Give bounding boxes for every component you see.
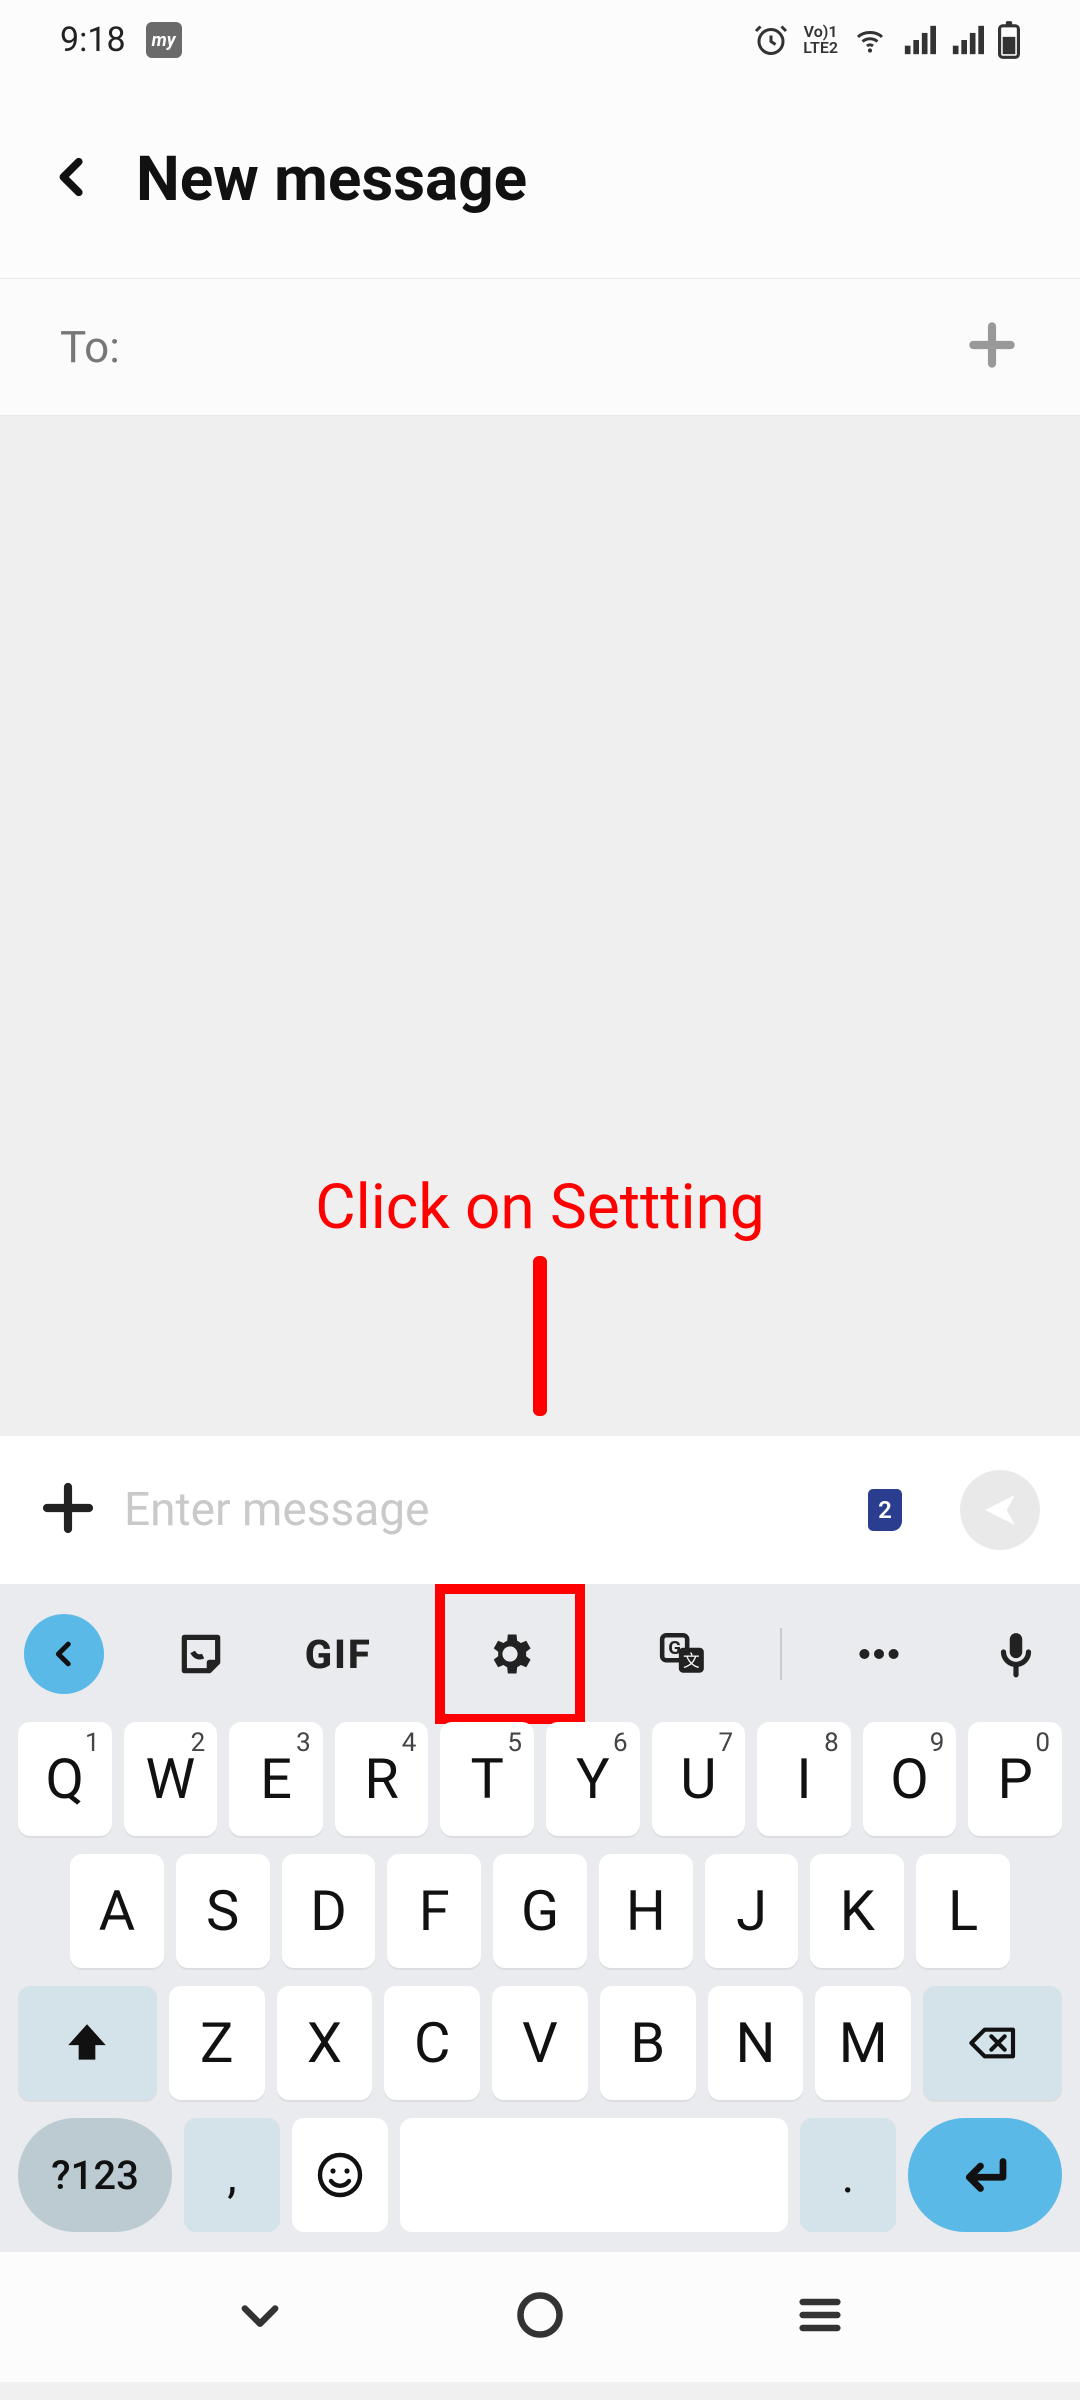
lte-icon: Vo)1 LTE2	[803, 24, 838, 56]
keyboard: GIF G文 Q1W2E3R4T5Y6U7I8O9P0 ASDFGHJKL ZX…	[0, 1584, 1080, 2252]
system-nav-bar	[0, 2252, 1080, 2382]
key-u[interactable]: U7	[652, 1722, 746, 1836]
to-field: To:	[0, 278, 1080, 416]
toolbar-divider	[780, 1628, 782, 1680]
key-b[interactable]: B	[600, 1986, 696, 2100]
battery-icon	[998, 21, 1020, 59]
key-m[interactable]: M	[815, 1986, 911, 2100]
keyboard-rows: Q1W2E3R4T5Y6U7I8O9P0 ASDFGHJKL ZXCVBNM ?…	[0, 1714, 1080, 2252]
voice-input-button[interactable]	[976, 1614, 1056, 1694]
symbols-key[interactable]: ?123	[18, 2118, 172, 2232]
conversation-area: Click on Settting	[0, 416, 1080, 1436]
key-w[interactable]: W2	[124, 1722, 218, 1836]
keyboard-toolbar: GIF G文	[0, 1594, 1080, 1714]
emoji-key[interactable]	[292, 2118, 388, 2232]
my-app-icon: my	[146, 22, 182, 58]
app-header: New message	[0, 80, 1080, 278]
to-input[interactable]	[120, 321, 964, 373]
key-k[interactable]: K	[810, 1854, 904, 1968]
more-button[interactable]	[839, 1614, 919, 1694]
compose-input-wrap	[124, 1483, 840, 1537]
status-right: Vo)1 LTE2	[753, 21, 1020, 59]
collapse-toolbar-button[interactable]	[24, 1614, 104, 1694]
translate-button[interactable]: G文	[643, 1614, 723, 1694]
compose-bar: 2	[0, 1436, 1080, 1584]
back-button[interactable]	[50, 154, 96, 204]
to-label: To:	[60, 321, 120, 373]
tutorial-annotation: Click on Settting	[0, 1171, 1080, 1416]
backspace-key[interactable]	[923, 1986, 1062, 2100]
keyboard-row-2: ASDFGHJKL	[18, 1854, 1062, 1968]
key-j[interactable]: J	[705, 1854, 799, 1968]
shift-key[interactable]	[18, 1986, 157, 2100]
status-left: 9:18 my	[60, 20, 182, 60]
nav-home[interactable]	[514, 2289, 566, 2345]
key-o[interactable]: O9	[863, 1722, 957, 1836]
key-s[interactable]: S	[176, 1854, 270, 1968]
signal-icon-2	[950, 23, 984, 57]
keyboard-row-1: Q1W2E3R4T5Y6U7I8O9P0	[18, 1722, 1062, 1836]
send-button[interactable]	[960, 1470, 1040, 1550]
key-q[interactable]: Q1	[18, 1722, 112, 1836]
nav-hide-keyboard[interactable]	[234, 2289, 286, 2345]
key-n[interactable]: N	[708, 1986, 804, 2100]
wifi-icon	[852, 22, 888, 58]
key-l[interactable]: L	[916, 1854, 1010, 1968]
add-contact-button[interactable]	[964, 317, 1020, 377]
key-g[interactable]: G	[493, 1854, 587, 1968]
signal-icon-1	[902, 23, 936, 57]
key-t[interactable]: T5	[440, 1722, 534, 1836]
attach-button[interactable]	[40, 1480, 96, 1540]
keyboard-row-3: ZXCVBNM	[18, 1986, 1062, 2100]
key-d[interactable]: D	[282, 1854, 376, 1968]
key-v[interactable]: V	[492, 1986, 588, 2100]
gif-button[interactable]: GIF	[298, 1614, 378, 1694]
page-title: New message	[136, 143, 527, 216]
key-p[interactable]: P0	[968, 1722, 1062, 1836]
keyboard-row-bottom: ?123 , .	[18, 2118, 1062, 2232]
annotation-arrow	[533, 1256, 547, 1416]
annotation-text: Click on Settting	[0, 1171, 1080, 1244]
key-a[interactable]: A	[70, 1854, 164, 1968]
key-x[interactable]: X	[277, 1986, 373, 2100]
key-c[interactable]: C	[384, 1986, 480, 2100]
period-key[interactable]: .	[800, 2118, 896, 2232]
status-bar: 9:18 my Vo)1 LTE2	[0, 0, 1080, 80]
sticker-button[interactable]	[161, 1614, 241, 1694]
nav-recent[interactable]	[794, 2289, 846, 2345]
key-h[interactable]: H	[599, 1854, 693, 1968]
key-e[interactable]: E3	[229, 1722, 323, 1836]
message-input[interactable]	[124, 1483, 840, 1537]
comma-key[interactable]: ,	[184, 2118, 280, 2232]
key-r[interactable]: R4	[335, 1722, 429, 1836]
key-z[interactable]: Z	[169, 1986, 265, 2100]
enter-key[interactable]	[908, 2118, 1062, 2232]
key-i[interactable]: I8	[757, 1722, 851, 1836]
keyboard-settings-button[interactable]	[435, 1589, 585, 1719]
key-y[interactable]: Y6	[546, 1722, 640, 1836]
svg-text:文: 文	[683, 1652, 700, 1672]
sim-selector[interactable]: 2	[868, 1489, 902, 1531]
space-key[interactable]	[400, 2118, 788, 2232]
status-time: 9:18	[60, 20, 126, 60]
alarm-icon	[753, 22, 789, 58]
key-f[interactable]: F	[387, 1854, 481, 1968]
